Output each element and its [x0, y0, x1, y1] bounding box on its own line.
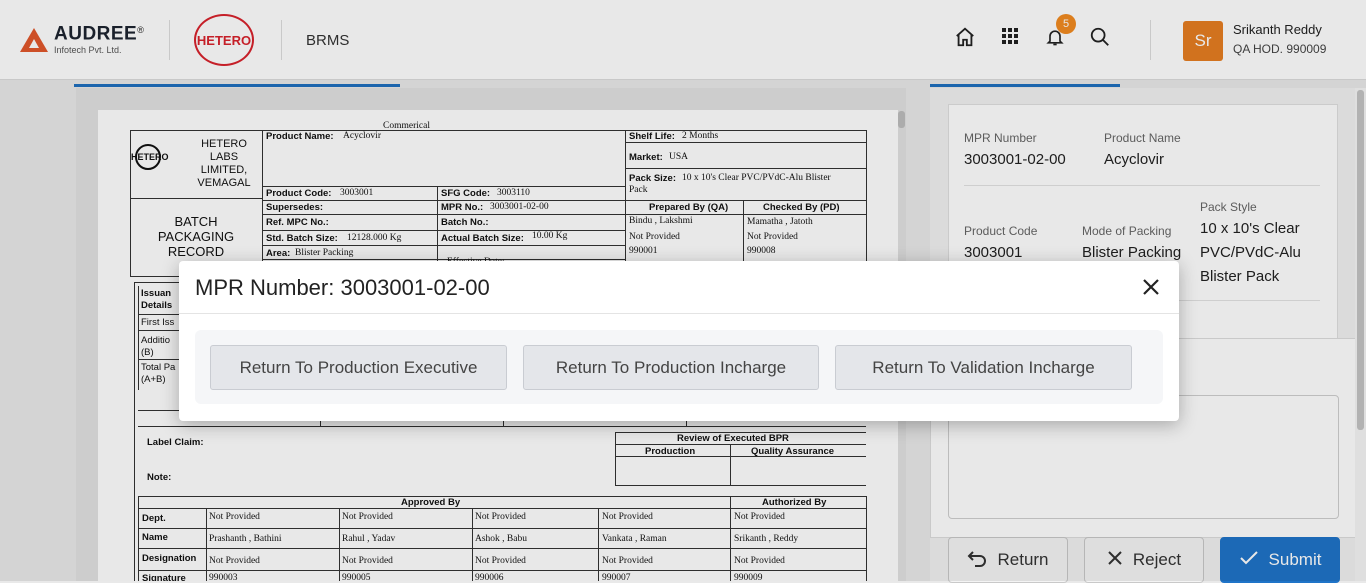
return-to-validation-incharge-button[interactable]: Return To Validation Incharge: [835, 345, 1132, 390]
modal-title: MPR Number: 3003001-02-00: [195, 275, 490, 300]
close-icon[interactable]: [1138, 276, 1164, 302]
return-to-production-incharge-button[interactable]: Return To Production Incharge: [523, 345, 819, 390]
modal-body: Return To Production Executive Return To…: [195, 330, 1163, 404]
return-to-production-executive-button[interactable]: Return To Production Executive: [210, 345, 507, 390]
return-modal: MPR Number: 3003001-02-00 Return To Prod…: [179, 261, 1179, 421]
modal-divider: [179, 313, 1179, 314]
